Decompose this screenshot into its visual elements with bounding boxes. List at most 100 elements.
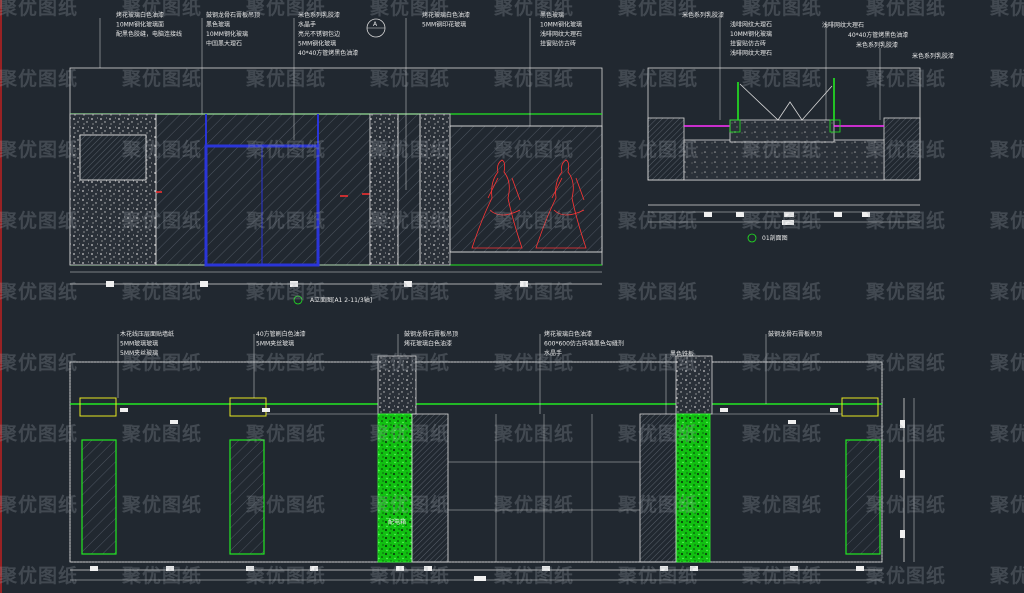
watermark: 聚优图纸 [741,351,822,374]
watermark: 聚优图纸 [741,280,822,303]
watermark: 聚优图纸 [865,422,946,445]
watermark: 聚优图纸 [989,138,1024,161]
watermark: 聚优图纸 [369,209,450,232]
annotation-section-left-3: 挂窗贴仿古砖 [730,40,766,48]
section-marker-label: A [373,21,378,28]
watermark: 聚优图纸 [121,280,202,303]
watermark: 聚优图纸 [741,209,822,232]
annotation-a-1-3: 中国黑大理石 [206,40,242,48]
watermark: 聚优图纸 [245,493,326,516]
watermark: 聚优图纸 [989,422,1024,445]
watermark: 聚优图纸 [369,351,450,374]
annotation-a-2-3: 5MM钢化玻璃 [298,40,336,48]
watermark: 聚优图纸 [617,67,698,90]
watermark: 聚优图纸 [617,564,698,587]
annotation-a-4-2: 浅啡网纹大理石 [540,30,582,38]
watermark: 聚优图纸 [493,280,574,303]
watermark: 聚优图纸 [121,564,202,587]
annotation-section-right-1: 40*40方管烤黑色油漆 [848,31,908,39]
annotation-section-right-3: 米色系列乳胶漆 [912,52,954,60]
watermark: 聚优图纸 [245,0,326,19]
watermark: 聚优图纸 [0,422,78,445]
watermark: 聚优图纸 [865,351,946,374]
annotation-b-1-1: 5MM夹丝玻璃 [256,340,294,348]
watermark: 聚优图纸 [245,280,326,303]
annotation-section-left-4: 浅啡网纹大理石 [730,49,772,57]
watermark: 聚优图纸 [865,138,946,161]
annotation-section-right-2: 米色系列乳胶漆 [856,41,898,49]
watermark: 聚优图纸 [369,564,450,587]
watermark: 聚优图纸 [493,138,574,161]
annotation-section-left-2: 10MM钢化玻璃 [730,30,772,38]
annotation-b-5-0: 鼓钢龙骨石膏板吊顶 [768,330,822,338]
annotation-b-0-0: 木花线压层面贴墙纸 [120,330,174,338]
watermark: 聚优图纸 [493,67,574,90]
watermark: 聚优图纸 [0,67,78,90]
watermark: 聚优图纸 [865,67,946,90]
watermark: 聚优图纸 [617,351,698,374]
watermark: 聚优图纸 [741,138,822,161]
section-title-marker [747,233,757,243]
watermark: 聚优图纸 [369,422,450,445]
watermark: 聚优图纸 [989,493,1024,516]
watermark: 聚优图纸 [493,0,574,19]
annotation-a-0-2: 配黑色胶缝，电脑连接线 [116,30,182,38]
annotation-b-2-1: 烤花玻璃白色油漆 [404,340,452,348]
annotation-a-0-1: 10MM钢化玻璃面 [116,21,164,29]
watermark: 聚优图纸 [865,493,946,516]
watermark: 聚优图纸 [121,138,202,161]
annotation-a-3-1: 5MM钢印花玻璃 [422,21,466,29]
watermark: 聚优图纸 [0,493,78,516]
watermark: 聚优图纸 [493,564,574,587]
watermark: 聚优图纸 [617,422,698,445]
watermark: 聚优图纸 [617,209,698,232]
watermark: 聚优图纸 [989,351,1024,374]
electrical-box-label: 配电箱 [388,518,406,526]
watermark: 聚优图纸 [245,209,326,232]
watermark: 聚优图纸 [121,422,202,445]
watermark: 聚优图纸 [369,280,450,303]
annotation-a-4-1: 10MM钢化玻璃 [540,21,582,29]
watermark: 聚优图纸 [0,0,78,19]
watermark: 聚优图纸 [493,351,574,374]
watermark: 聚优图纸 [741,0,822,19]
watermark: 聚优图纸 [989,67,1024,90]
section-title: 01剖面图 [762,234,788,242]
watermark: 聚优图纸 [0,351,78,374]
watermark: 聚优图纸 [0,564,78,587]
watermark: 聚优图纸 [741,564,822,587]
watermark: 聚优图纸 [369,0,450,19]
annotation-section-right-0: 浅啡网纹大理石 [822,21,864,29]
annotation-b-2-0: 鼓钢龙骨石膏板吊顶 [404,330,458,338]
watermark: 聚优图纸 [989,280,1024,303]
watermark: 聚优图纸 [493,422,574,445]
watermark: 聚优图纸 [369,493,450,516]
annotation-b-0-1: 5MM玻璃玻璃 [120,340,158,348]
watermark: 聚优图纸 [0,280,78,303]
elevation-b [69,355,915,581]
section-marker: A [366,18,386,38]
annotation-b-1-0: 40方管刷白色油漆 [256,330,306,338]
watermark: 聚优图纸 [0,138,78,161]
cad-drawing-canvas: A立面图[A1 2-11/3轴] 烤花玻璃白色油漆10MM钢化玻璃面配黑色胶缝，… [0,0,1024,593]
elevation-b-annotations: 木花线压层面贴墙纸5MM玻璃玻璃5MM夹丝玻璃40方管刷白色油漆5MM夹丝玻璃鼓… [120,330,822,358]
watermark: 聚优图纸 [617,493,698,516]
watermark: 聚优图纸 [493,493,574,516]
annotation-b-3-0: 烤花玻璃白色油漆 [544,330,592,338]
annotation-a-2-1: 水晶手 [298,21,316,29]
watermark: 聚优图纸 [369,67,450,90]
watermark: 聚优图纸 [245,67,326,90]
annotation-a-2-4: 40*40方管烤黑色油漆 [298,49,358,57]
annotation-a-4-3: 挂窗贴仿古砖 [540,40,576,48]
annotation-a-1-1: 黑色玻璃 [206,21,230,29]
watermark: 聚优图纸 [617,138,698,161]
watermark: 聚优图纸 [741,67,822,90]
watermark: 聚优图纸 [121,209,202,232]
watermark: 聚优图纸 [245,138,326,161]
watermark: 聚优图纸 [865,280,946,303]
watermark: 聚优图纸 [493,209,574,232]
watermark: 聚优图纸 [741,493,822,516]
watermark: 聚优图纸 [865,0,946,19]
watermark: 聚优图纸 [741,422,822,445]
watermark: 聚优图纸 [245,564,326,587]
